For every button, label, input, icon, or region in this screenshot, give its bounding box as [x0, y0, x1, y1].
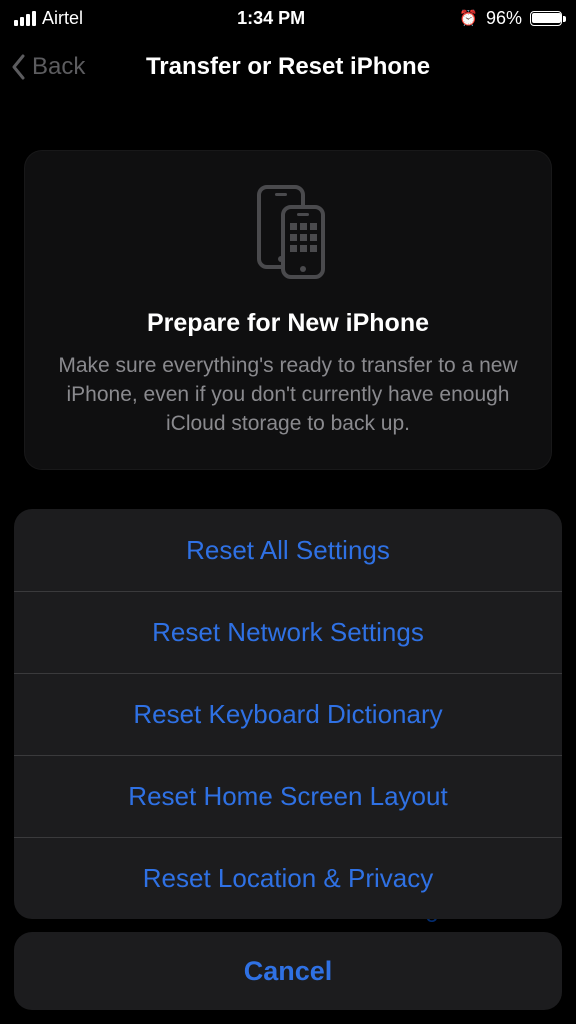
nav-bar: Back Transfer or Reset iPhone — [0, 42, 576, 92]
status-left: Airtel — [14, 8, 83, 29]
battery-percent: 96% — [486, 8, 522, 29]
carrier-label: Airtel — [42, 8, 83, 29]
cancel-button[interactable]: Cancel — [14, 932, 562, 1010]
action-sheet: Reset All Settings Reset Network Setting… — [14, 509, 562, 919]
page-title: Transfer or Reset iPhone — [0, 53, 576, 81]
back-label: Back — [32, 53, 85, 81]
chevron-left-icon — [10, 53, 28, 81]
reset-keyboard-dictionary[interactable]: Reset Keyboard Dictionary — [14, 673, 562, 755]
reset-location-privacy[interactable]: Reset Location & Privacy — [14, 837, 562, 919]
status-right: ⏰ 96% — [459, 8, 562, 29]
status-time: 1:34 PM — [237, 8, 305, 29]
back-button[interactable]: Back — [10, 53, 85, 81]
card-description: Make sure everything's ready to transfer… — [47, 352, 529, 439]
card-title: Prepare for New iPhone — [47, 309, 529, 338]
status-bar: Airtel 1:34 PM ⏰ 96% — [0, 0, 576, 36]
reset-network-settings[interactable]: Reset Network Settings — [14, 591, 562, 673]
signal-icon — [14, 11, 36, 26]
prepare-card: Prepare for New iPhone Make sure everyth… — [24, 150, 552, 470]
reset-all-settings[interactable]: Reset All Settings — [14, 509, 562, 591]
reset-home-screen-layout[interactable]: Reset Home Screen Layout — [14, 755, 562, 837]
battery-icon — [530, 11, 562, 26]
phones-icon — [233, 179, 343, 289]
alarm-icon: ⏰ — [459, 9, 478, 27]
